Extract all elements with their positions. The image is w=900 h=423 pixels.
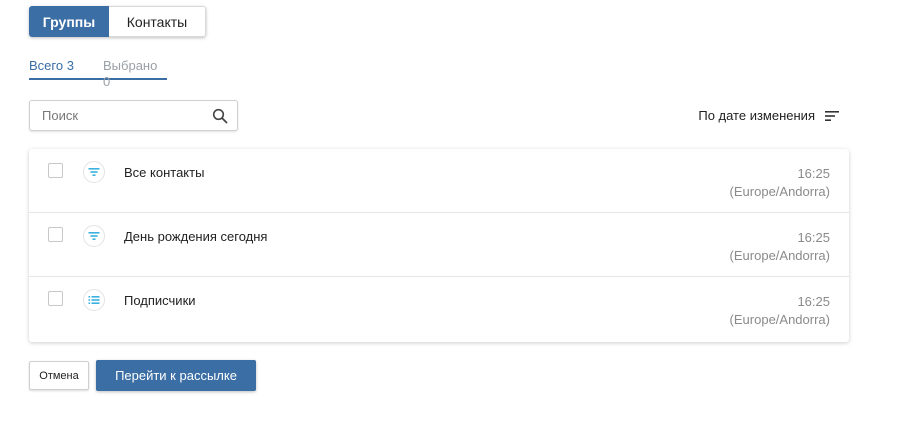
sort-label: По дате изменения (698, 108, 815, 123)
row-timezone: (Europe/Andorra) (729, 184, 830, 199)
cancel-button[interactable]: Отмена (29, 361, 89, 390)
filter-icon (83, 225, 105, 247)
row-name: Все контакты (124, 165, 205, 180)
row-checkbox[interactable] (48, 163, 63, 178)
subtabs: Всего 3 Выбрано 0 (29, 58, 167, 89)
row-time: 16:25 (797, 294, 830, 309)
row-timestamp: 16:25 (Europe/Andorra) (730, 293, 830, 329)
sort-lines-icon (825, 110, 839, 121)
sort-control[interactable]: По дате изменения (698, 108, 839, 123)
list-item[interactable]: День рождения сегодня 16:25 (Europe/Ando… (29, 213, 849, 277)
subtab-all[interactable]: Всего 3 (29, 58, 85, 80)
row-checkbox[interactable] (48, 291, 63, 306)
search-icon[interactable] (212, 108, 228, 124)
filter-icon (83, 161, 105, 183)
list-item[interactable]: Все контакты 16:25 (Europe/Andorra) (29, 149, 849, 213)
tab-groups[interactable]: Группы (29, 6, 109, 37)
group-list: Все контакты 16:25 (Europe/Andorra) День… (29, 149, 849, 342)
row-timestamp: 16:25 (Europe/Andorra) (730, 229, 830, 265)
row-timezone: (Europe/Andorra) (729, 248, 830, 263)
subtab-selected[interactable]: Выбрано 0 (103, 58, 167, 89)
row-checkbox[interactable] (48, 227, 63, 242)
tab-switcher: Группы Контакты (29, 6, 206, 37)
row-name: Подписчики (124, 293, 196, 308)
row-name: День рождения сегодня (124, 229, 268, 244)
search-box (29, 100, 238, 131)
row-time: 16:25 (797, 230, 830, 245)
list-item[interactable]: Подписчики 16:25 (Europe/Andorra) (29, 277, 849, 342)
row-time: 16:25 (797, 166, 830, 181)
row-timestamp: 16:25 (Europe/Andorra) (730, 165, 830, 201)
list-icon (83, 289, 105, 311)
go-to-mailing-button[interactable]: Перейти к рассылке (96, 360, 256, 391)
row-timezone: (Europe/Andorra) (729, 312, 830, 327)
tab-contacts[interactable]: Контакты (109, 6, 206, 37)
search-input[interactable] (42, 108, 202, 123)
